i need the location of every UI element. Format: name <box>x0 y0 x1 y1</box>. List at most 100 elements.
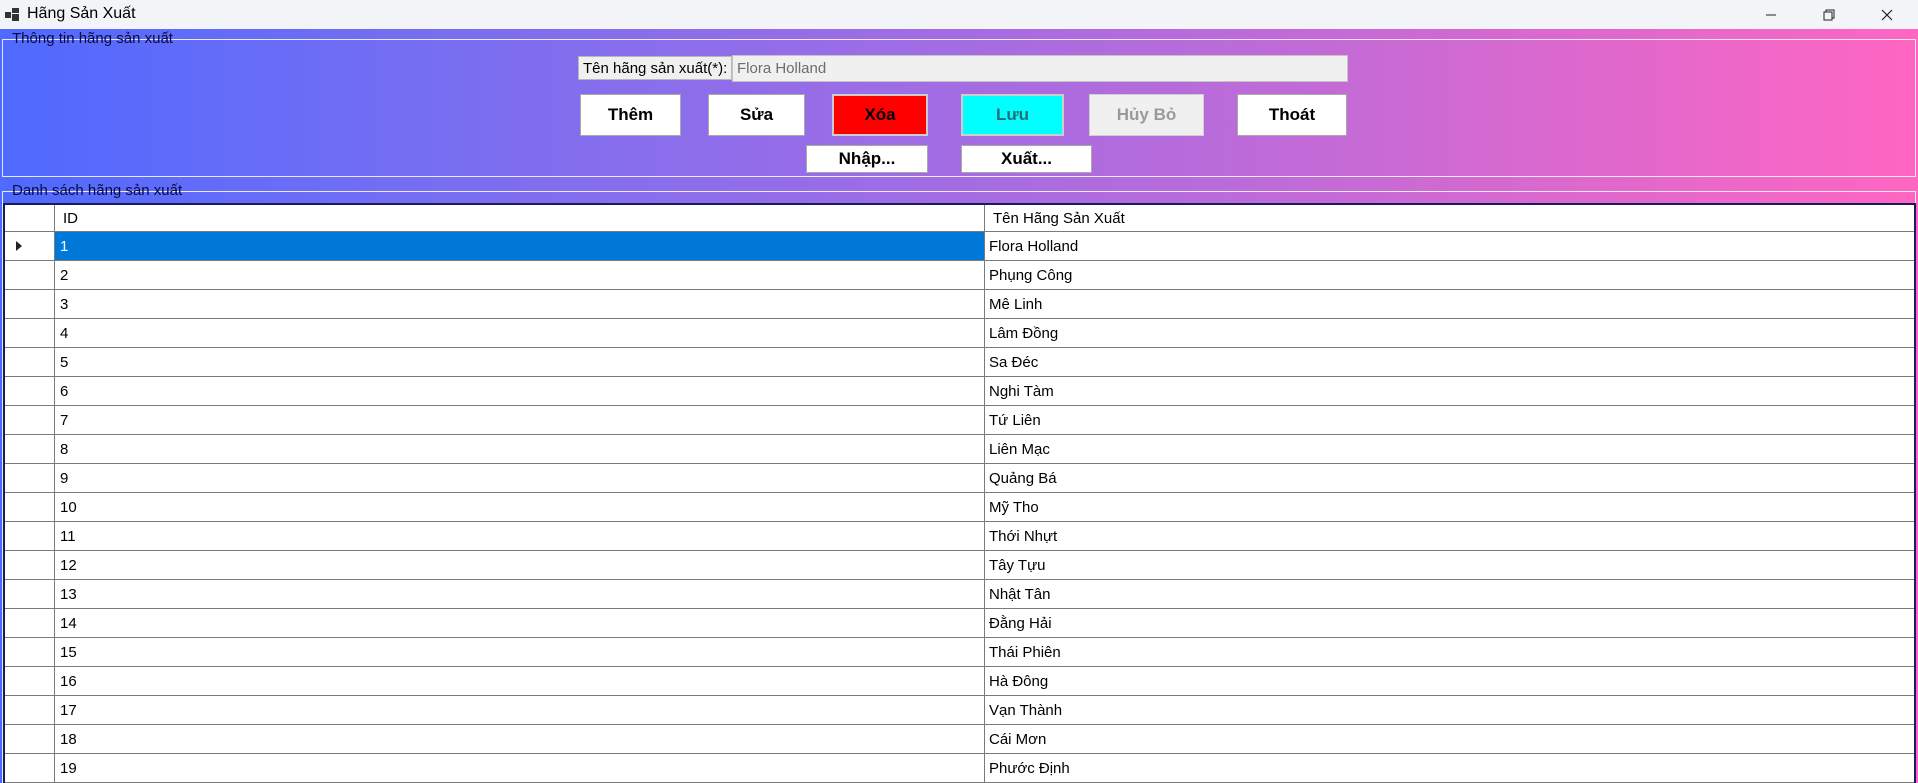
row-selector[interactable] <box>5 667 55 695</box>
table-row[interactable]: 5 Sa Đéc <box>5 348 1914 377</box>
column-header-name[interactable]: Tên Hãng Sản Xuất <box>985 205 1914 231</box>
export-button[interactable]: Xuất... <box>961 145 1092 173</box>
table-row[interactable]: 17 Vạn Thành <box>5 696 1914 725</box>
cell-manufacturer-name[interactable]: Liên Mạc <box>985 435 1914 463</box>
row-selector[interactable] <box>5 725 55 753</box>
cell-id[interactable]: 1 <box>55 232 985 260</box>
cell-id[interactable]: 19 <box>55 754 985 782</box>
cell-id[interactable]: 4 <box>55 319 985 347</box>
cell-manufacturer-name[interactable]: Phước Định <box>985 754 1914 782</box>
row-selector[interactable] <box>5 696 55 724</box>
cell-id[interactable]: 13 <box>55 580 985 608</box>
manufacturer-name-label: Tên hãng sản xuất(*): <box>578 56 733 80</box>
cell-manufacturer-name[interactable]: Tây Tựu <box>985 551 1914 579</box>
table-row[interactable]: 11 Thới Nhựt <box>5 522 1914 551</box>
cell-id[interactable]: 17 <box>55 696 985 724</box>
manufacturer-name-input[interactable] <box>732 55 1348 82</box>
cell-manufacturer-name[interactable]: Lâm Đồng <box>985 319 1914 347</box>
cell-id[interactable]: 2 <box>55 261 985 289</box>
info-group-legend: Thông tin hãng sản xuất <box>12 30 173 47</box>
row-selector[interactable] <box>5 754 55 782</box>
table-row[interactable]: 13 Nhật Tân <box>5 580 1914 609</box>
close-button[interactable] <box>1858 0 1916 29</box>
table-row[interactable]: 4 Lâm Đồng <box>5 319 1914 348</box>
row-selector[interactable] <box>5 406 55 434</box>
row-selector[interactable] <box>5 261 55 289</box>
row-selector[interactable] <box>5 435 55 463</box>
cell-manufacturer-name[interactable]: Tứ Liên <box>985 406 1914 434</box>
list-group-legend: Danh sách hãng sản xuất <box>12 182 183 199</box>
cell-id[interactable]: 18 <box>55 725 985 753</box>
cell-manufacturer-name[interactable]: Quảng Bá <box>985 464 1914 492</box>
cell-id[interactable]: 11 <box>55 522 985 550</box>
cell-manufacturer-name[interactable]: Vạn Thành <box>985 696 1914 724</box>
edit-button[interactable]: Sửa <box>708 94 805 136</box>
table-row[interactable]: 14 Đằng Hải <box>5 609 1914 638</box>
cell-manufacturer-name[interactable]: Nhật Tân <box>985 580 1914 608</box>
current-row-arrow-icon <box>15 241 22 251</box>
delete-button[interactable]: Xóa <box>832 94 928 136</box>
row-selector[interactable] <box>5 319 55 347</box>
manufacturer-grid[interactable]: ID Tên Hãng Sản Xuất 1 Flora Holland 2 Phụn… <box>3 203 1916 783</box>
row-selector[interactable] <box>5 464 55 492</box>
cell-id[interactable]: 14 <box>55 609 985 637</box>
row-selector[interactable] <box>5 290 55 318</box>
table-row[interactable]: 7 Tứ Liên <box>5 406 1914 435</box>
row-selector[interactable] <box>5 580 55 608</box>
row-selector[interactable] <box>5 348 55 376</box>
table-row[interactable]: 15 Thái Phiên <box>5 638 1914 667</box>
cell-manufacturer-name[interactable]: Sa Đéc <box>985 348 1914 376</box>
cell-id[interactable]: 15 <box>55 638 985 666</box>
app-window-icon <box>5 8 19 21</box>
cell-manufacturer-name[interactable]: Phụng Công <box>985 261 1914 289</box>
cell-id[interactable]: 12 <box>55 551 985 579</box>
cell-manufacturer-name[interactable]: Flora Holland <box>985 232 1914 260</box>
cell-manufacturer-name[interactable]: Thái Phiên <box>985 638 1914 666</box>
table-row[interactable]: 9 Quảng Bá <box>5 464 1914 493</box>
row-selector[interactable] <box>5 551 55 579</box>
row-selector[interactable] <box>5 609 55 637</box>
table-row[interactable]: 2 Phụng Công <box>5 261 1914 290</box>
row-selector[interactable] <box>5 522 55 550</box>
cell-manufacturer-name[interactable]: Nghi Tàm <box>985 377 1914 405</box>
cancel-button[interactable]: Hủy Bỏ <box>1089 94 1204 136</box>
minimize-button[interactable] <box>1742 0 1800 29</box>
table-row[interactable]: 1 Flora Holland <box>5 232 1914 261</box>
title-bar: Hãng Sản Xuất <box>0 0 1918 29</box>
cell-id[interactable]: 3 <box>55 290 985 318</box>
cell-manufacturer-name[interactable]: Mỹ Tho <box>985 493 1914 521</box>
cell-manufacturer-name[interactable]: Đằng Hải <box>985 609 1914 637</box>
close-icon <box>1881 9 1893 20</box>
row-selector[interactable] <box>5 638 55 666</box>
table-row[interactable]: 18 Cái Mơn <box>5 725 1914 754</box>
cell-id[interactable]: 7 <box>55 406 985 434</box>
cell-id[interactable]: 9 <box>55 464 985 492</box>
maximize-button[interactable] <box>1800 0 1858 29</box>
table-row[interactable]: 8 Liên Mạc <box>5 435 1914 464</box>
table-row[interactable]: 3 Mê Linh <box>5 290 1914 319</box>
cell-manufacturer-name[interactable]: Hà Đông <box>985 667 1914 695</box>
cell-manufacturer-name[interactable]: Thới Nhựt <box>985 522 1914 550</box>
table-row[interactable]: 12 Tây Tựu <box>5 551 1914 580</box>
table-row[interactable]: 19 Phước Định <box>5 754 1914 783</box>
row-selector[interactable] <box>5 377 55 405</box>
column-header-id[interactable]: ID <box>55 205 985 231</box>
save-button[interactable]: Lưu <box>961 94 1064 136</box>
exit-button[interactable]: Thoát <box>1237 94 1347 136</box>
cell-id[interactable]: 16 <box>55 667 985 695</box>
row-selector[interactable] <box>5 493 55 521</box>
cell-id[interactable]: 8 <box>55 435 985 463</box>
row-selector[interactable] <box>5 232 55 260</box>
table-row[interactable]: 6 Nghi Tàm <box>5 377 1914 406</box>
table-row[interactable]: 16 Hà Đông <box>5 667 1914 696</box>
cell-id[interactable]: 10 <box>55 493 985 521</box>
restore-icon <box>1823 9 1835 20</box>
cell-id[interactable]: 6 <box>55 377 985 405</box>
cell-manufacturer-name[interactable]: Cái Mơn <box>985 725 1914 753</box>
add-button[interactable]: Thêm <box>580 94 681 136</box>
import-button[interactable]: Nhập... <box>806 145 928 173</box>
cell-id[interactable]: 5 <box>55 348 985 376</box>
table-row[interactable]: 10 Mỹ Tho <box>5 493 1914 522</box>
grid-header: ID Tên Hãng Sản Xuất <box>5 205 1914 232</box>
cell-manufacturer-name[interactable]: Mê Linh <box>985 290 1914 318</box>
